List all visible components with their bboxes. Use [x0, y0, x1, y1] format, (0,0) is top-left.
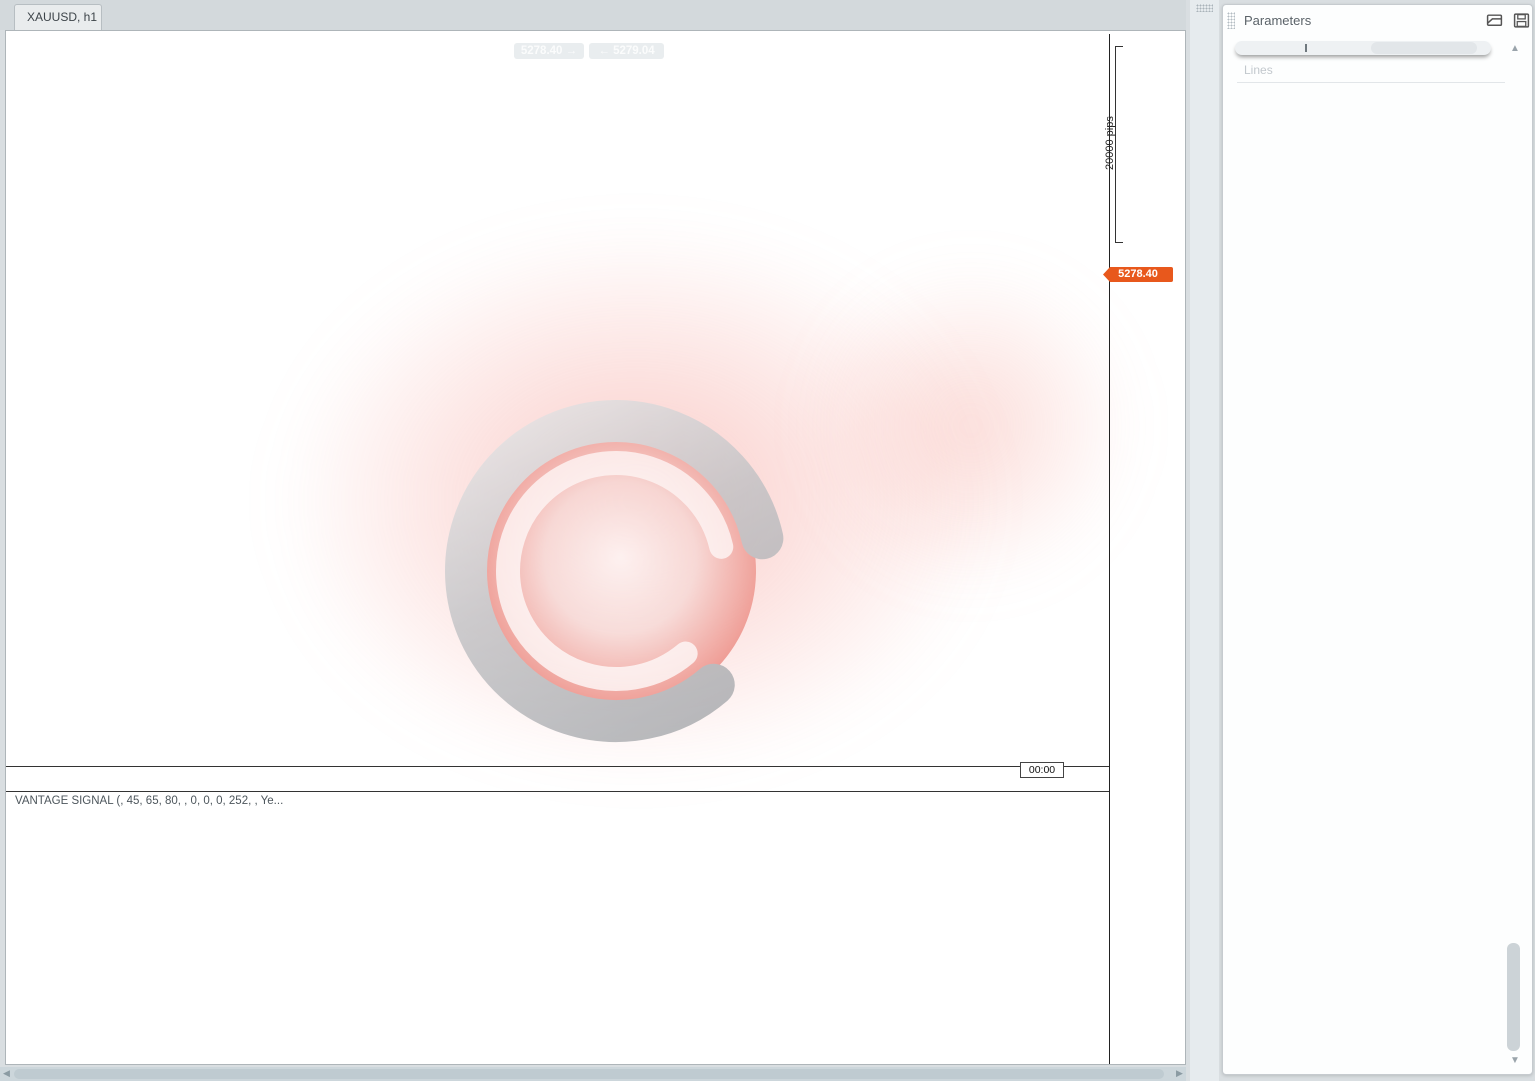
indicator-title: VANTAGE SIGNAL (, 45, 65, 80, , 0, 0, 0,… [15, 795, 283, 807]
horizontal-scrollbar[interactable]: ◀ ▶ [0, 1067, 1186, 1081]
buy-arrow-icon: ← [598, 45, 610, 57]
sell-spread-bar [514, 62, 578, 66]
save-icon[interactable] [1513, 13, 1530, 28]
time-axis-border [6, 791, 1109, 792]
lines-section-label: Lines [1244, 63, 1273, 77]
sell-arrow-icon: → [566, 45, 578, 57]
scroll-position-mark [1305, 44, 1307, 52]
parameters-title: Parameters [1244, 13, 1311, 28]
current-price-tag: 5278.40 [1103, 267, 1173, 282]
sell-button[interactable]: 5278.40 → [514, 43, 584, 59]
buy-spread-bar [585, 62, 661, 66]
parameters-header: Parameters [1223, 5, 1532, 35]
horizontal-scrollbar-thumb[interactable] [14, 1069, 1164, 1079]
drawing-toolbar [1190, 0, 1219, 1081]
tab-xauusd-h1[interactable]: XAUUSD, h1 [14, 4, 102, 30]
crosshair-time-tooltip: 00:00 [1020, 762, 1064, 778]
parameters-panel: Parameters ▲ Lines ▼ [1222, 4, 1533, 1075]
panel-top-scrollbar-thumb[interactable] [1371, 42, 1477, 54]
main-chart-canvas[interactable] [6, 31, 1185, 1064]
pips-bracket [1115, 46, 1123, 243]
pips-bracket-label: 20000 pips [1104, 110, 1116, 170]
buy-price: 5279.04 [613, 45, 655, 57]
scroll-left-icon[interactable]: ◀ [3, 1068, 10, 1079]
plot-bottom-border [6, 766, 1109, 767]
scroll-down-icon[interactable]: ▼ [1510, 1055, 1520, 1066]
tab-bar: XAUUSD, h1 [0, 0, 1186, 30]
scroll-right-icon[interactable]: ▶ [1176, 1068, 1183, 1079]
panel-vscrollbar-thumb[interactable] [1507, 943, 1520, 1051]
buy-button[interactable]: ← 5279.04 [589, 43, 664, 59]
parameters-drag-handle[interactable] [1227, 12, 1235, 29]
lines-section-divider [1237, 82, 1505, 83]
scroll-up-icon[interactable]: ▲ [1510, 43, 1520, 54]
price-axis-line [1109, 34, 1110, 1064]
panel-top-scrollbar[interactable] [1235, 41, 1491, 55]
sell-price: 5278.40 [521, 45, 563, 57]
detach-panel-icon[interactable] [1486, 13, 1503, 28]
toolbar-drag-handle[interactable] [1196, 4, 1213, 12]
chart-area: 5278.40 → ← 5279.04 20000 pips 5278.40 0… [5, 30, 1186, 1065]
